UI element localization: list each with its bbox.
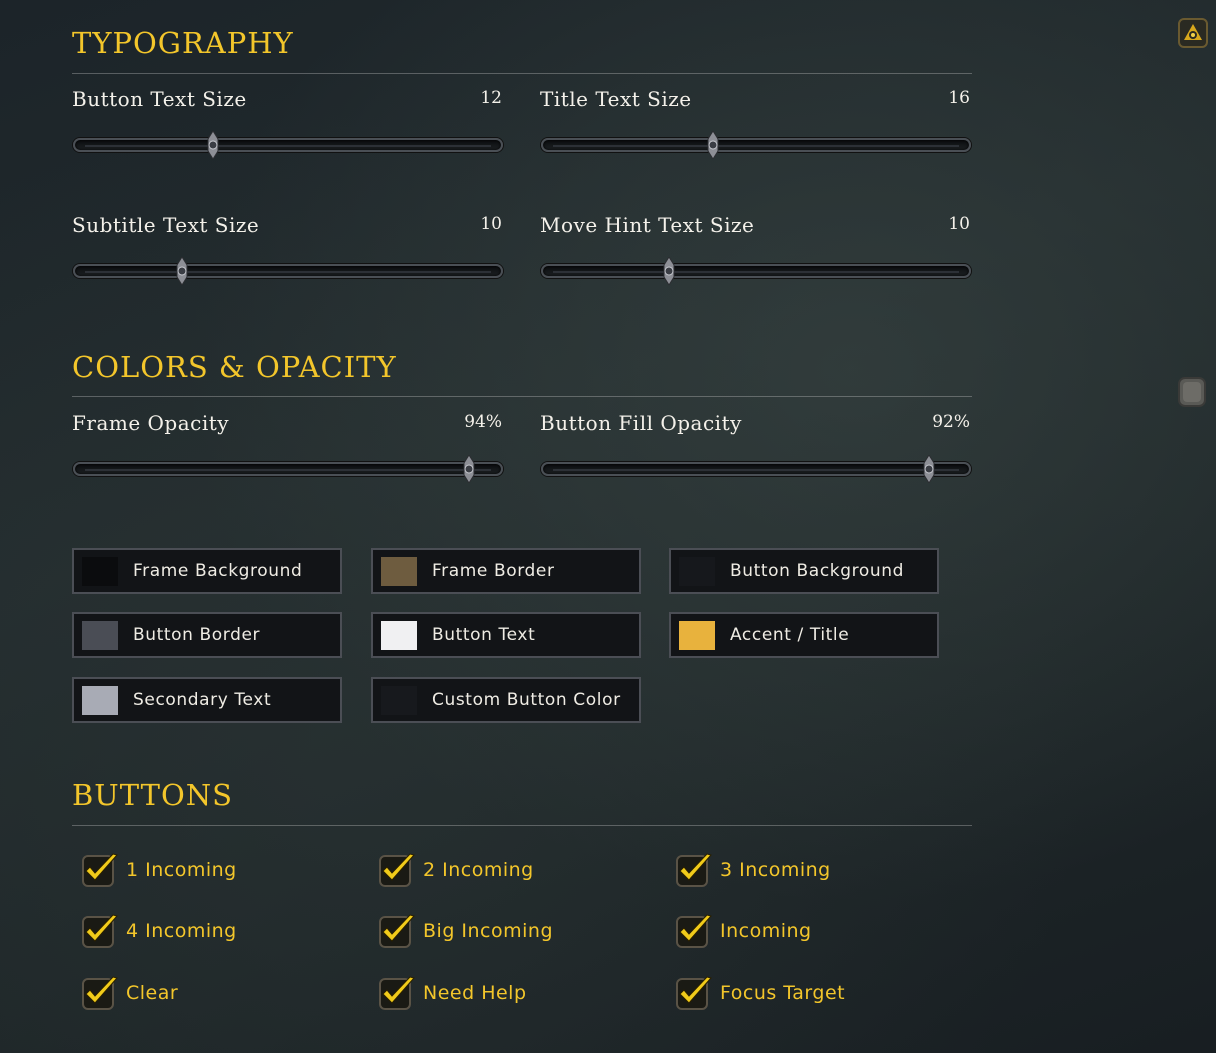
slider-label: Subtitle Text Size bbox=[72, 213, 260, 237]
slider-label: Move Hint Text Size bbox=[540, 213, 755, 237]
color-button-label: Accent / Title bbox=[730, 625, 850, 645]
color-swatch bbox=[82, 621, 118, 650]
slider-thumb[interactable] bbox=[175, 256, 189, 286]
section-divider bbox=[72, 825, 972, 826]
color-swatch bbox=[82, 557, 118, 586]
checkbox[interactable] bbox=[674, 851, 714, 891]
color-swatch bbox=[679, 557, 715, 586]
checkbox[interactable] bbox=[674, 974, 714, 1014]
color-swatch bbox=[381, 686, 417, 715]
checkbox[interactable] bbox=[80, 974, 120, 1014]
slider-value: 92% bbox=[932, 412, 970, 432]
slider-value: 16 bbox=[948, 88, 970, 108]
color-button-label: Custom Button Color bbox=[432, 690, 621, 710]
color-button-label: Button Text bbox=[432, 625, 536, 645]
slider-thumb[interactable] bbox=[922, 454, 936, 484]
checkbox-label: 3 Incoming bbox=[720, 859, 831, 881]
color-button-label: Secondary Text bbox=[133, 690, 272, 710]
checkbox[interactable] bbox=[377, 912, 417, 952]
slider-thumb[interactable] bbox=[462, 454, 476, 484]
checkbox-label: 2 Incoming bbox=[423, 859, 534, 881]
color-button-secondary-text[interactable]: Secondary Text bbox=[72, 677, 342, 723]
slider-track[interactable] bbox=[541, 130, 971, 160]
color-button-custom-button-color[interactable]: Custom Button Color bbox=[371, 677, 641, 723]
section-title-buttons: BUTTONS bbox=[72, 778, 233, 812]
color-button-label: Frame Border bbox=[432, 561, 555, 581]
color-button-label: Frame Background bbox=[133, 561, 303, 581]
slider-thumb[interactable] bbox=[706, 130, 720, 160]
slider-label: Button Text Size bbox=[72, 87, 247, 111]
section-title-colors: COLORS & OPACITY bbox=[72, 350, 397, 384]
section-divider bbox=[72, 73, 972, 74]
section-divider bbox=[72, 396, 972, 397]
slider-thumb[interactable] bbox=[206, 130, 220, 160]
color-button-accent-title[interactable]: Accent / Title bbox=[669, 612, 939, 658]
checkbox-label: 1 Incoming bbox=[126, 859, 237, 881]
color-button-frame-background[interactable]: Frame Background bbox=[72, 548, 342, 594]
slider-label: Button Fill Opacity bbox=[540, 411, 742, 435]
color-swatch bbox=[381, 557, 417, 586]
checkbox-label: Incoming bbox=[720, 920, 812, 942]
slider-track[interactable] bbox=[541, 454, 971, 484]
color-swatch bbox=[82, 686, 118, 715]
color-swatch bbox=[679, 621, 715, 650]
checkbox-label: Clear bbox=[126, 982, 179, 1004]
checkbox[interactable] bbox=[80, 851, 120, 891]
slider-value: 94% bbox=[464, 412, 502, 432]
slider-label: Title Text Size bbox=[540, 87, 692, 111]
checkbox[interactable] bbox=[377, 851, 417, 891]
color-button-frame-border[interactable]: Frame Border bbox=[371, 548, 641, 594]
color-button-label: Button Border bbox=[133, 625, 261, 645]
color-button-button-border[interactable]: Button Border bbox=[72, 612, 342, 658]
section-title-typography: TYPOGRAPHY bbox=[72, 26, 294, 60]
checkbox-label: Need Help bbox=[423, 982, 527, 1004]
slider-value: 12 bbox=[480, 88, 502, 108]
color-swatch bbox=[381, 621, 417, 650]
slider-track[interactable] bbox=[73, 130, 503, 160]
minimap-tracking-icon[interactable] bbox=[1178, 18, 1208, 48]
slider-thumb[interactable] bbox=[662, 256, 676, 286]
color-button-button-text[interactable]: Button Text bbox=[371, 612, 641, 658]
slider-track[interactable] bbox=[73, 256, 503, 286]
color-button-label: Button Background bbox=[730, 561, 904, 581]
checkbox-label: 4 Incoming bbox=[126, 920, 237, 942]
checkbox[interactable] bbox=[80, 912, 120, 952]
slider-value: 10 bbox=[480, 214, 502, 234]
checkbox-label: Focus Target bbox=[720, 982, 846, 1004]
slider-track[interactable] bbox=[73, 454, 503, 484]
slider-label: Frame Opacity bbox=[72, 411, 230, 435]
scroll-handle-icon[interactable] bbox=[1178, 377, 1206, 407]
slider-track[interactable] bbox=[541, 256, 971, 286]
checkbox[interactable] bbox=[377, 974, 417, 1014]
checkbox[interactable] bbox=[674, 912, 714, 952]
color-button-button-background[interactable]: Button Background bbox=[669, 548, 939, 594]
slider-value: 10 bbox=[948, 214, 970, 234]
checkbox-label: Big Incoming bbox=[423, 920, 554, 942]
